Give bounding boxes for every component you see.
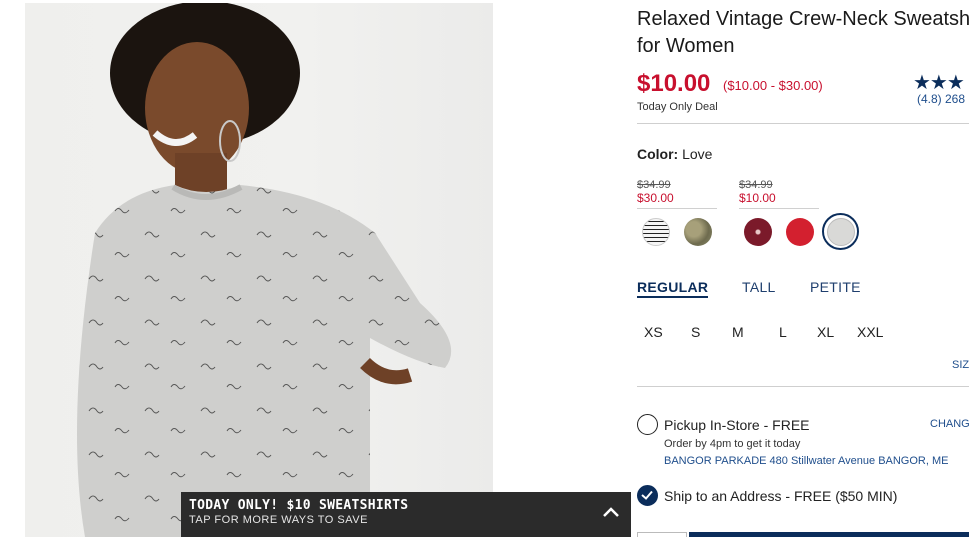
model-illustration [77, 3, 452, 537]
change-store-link[interactable]: CHANG [930, 418, 969, 430]
pickup-note: Order by 4pm to get it today [664, 438, 801, 450]
swatch-burgundy-dot[interactable] [744, 218, 772, 246]
size-option-l[interactable]: L [779, 324, 787, 340]
chevron-up-icon[interactable] [601, 504, 621, 520]
group-sale-price: $10.00 [739, 191, 776, 205]
price-range: ($10.00 - $30.00) [723, 78, 823, 93]
swatch-red-love[interactable] [786, 218, 814, 246]
size-option-s[interactable]: S [691, 324, 700, 340]
store-address-link[interactable]: BANGOR PARKADE 480 Stillwater Avenue BAN… [664, 455, 948, 467]
group-sale-price: $30.00 [637, 191, 674, 205]
divider [637, 208, 717, 209]
color-value: Love [682, 146, 713, 162]
pickup-label: Pickup In-Store - FREE [664, 417, 810, 433]
deal-label: Today Only Deal [637, 101, 718, 113]
group-old-price: $34.99 [637, 179, 671, 191]
promo-subtitle: TAP FOR MORE WAYS TO SAVE [189, 514, 368, 526]
swatch-heather-love[interactable] [827, 218, 855, 246]
size-chart-link[interactable]: SIZ [952, 359, 969, 371]
size-option-xxl[interactable]: XXL [857, 324, 883, 340]
promo-title: TODAY ONLY! $10 SWEATSHIRTS [189, 498, 409, 513]
group-old-price: $34.99 [739, 179, 773, 191]
divider [637, 123, 969, 124]
color-selection: Color: Love [637, 146, 712, 162]
size-option-m[interactable]: M [732, 324, 744, 340]
add-to-bag-button[interactable] [689, 532, 969, 537]
promo-banner[interactable]: TODAY ONLY! $10 SWEATSHIRTS TAP FOR MORE… [181, 492, 631, 537]
tab-fit-regular[interactable]: REGULAR [637, 279, 709, 298]
tab-fit-tall[interactable]: TALL [742, 279, 776, 295]
divider [637, 386, 969, 387]
pickup-radio[interactable] [637, 414, 658, 435]
swatch-camo[interactable] [684, 218, 712, 246]
size-option-xl[interactable]: XL [817, 324, 834, 340]
sale-price: $10.00 [637, 70, 711, 97]
divider [739, 208, 819, 209]
checkmark-icon [641, 490, 653, 500]
quantity-stepper[interactable] [637, 532, 687, 537]
ship-label: Ship to an Address - FREE ($50 MIN) [664, 488, 898, 504]
size-option-xs[interactable]: XS [644, 324, 663, 340]
rating-count[interactable]: (4.8) 268 [917, 92, 965, 106]
color-label: Color: [637, 146, 679, 162]
product-image[interactable] [25, 3, 493, 537]
swatch-white-stripe[interactable] [642, 218, 670, 246]
ship-radio[interactable] [637, 485, 658, 506]
tab-fit-petite[interactable]: PETITE [810, 279, 861, 295]
product-title: Relaxed Vintage Crew-Neck Sweatshirt for… [637, 8, 969, 57]
